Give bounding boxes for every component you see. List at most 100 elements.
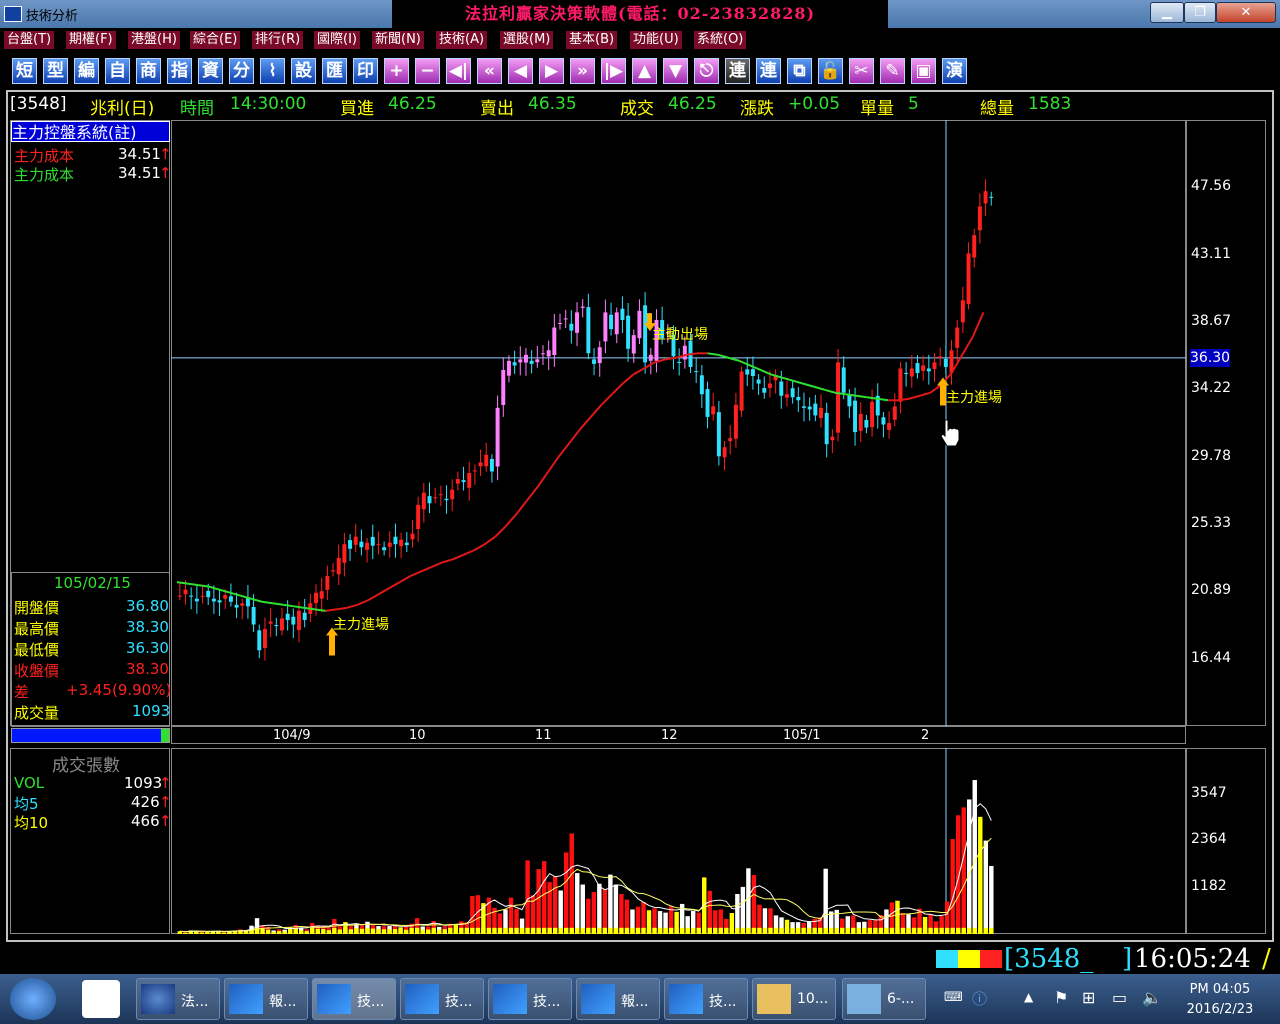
volume-bar-base (315, 928, 320, 934)
taskbar-item-0[interactable]: 法... (136, 978, 220, 1020)
toolbar-btn-10[interactable]: 印 (353, 58, 378, 84)
volume-bar-base (293, 928, 298, 934)
candle-body (325, 576, 330, 590)
nav-icon-9[interactable]: ▼ (663, 58, 688, 84)
tray-arrow-icon[interactable]: ▲ (1024, 990, 1033, 1004)
toolbar-btn-3[interactable]: 自 (105, 58, 130, 84)
nav-icon-3[interactable]: « (477, 58, 502, 84)
toolbar-btn-1[interactable]: 型 (43, 58, 68, 84)
nav-icon-5[interactable]: ▶ (539, 58, 564, 84)
cost-line1-label: 主力成本 (14, 147, 75, 165)
start-button[interactable] (10, 978, 56, 1020)
close-button[interactable]: ✕ (1216, 2, 1276, 23)
volume-icon[interactable]: 🔈 (1142, 988, 1162, 1007)
volume-bar-base (260, 928, 265, 934)
menu-item-2[interactable]: 港盤(H) (128, 31, 180, 49)
keyboard-icon[interactable]: ⌨ (944, 990, 963, 1005)
nav-icon-6[interactable]: » (570, 58, 595, 84)
menu-item-6[interactable]: 新聞(N) (372, 31, 424, 49)
help-icon[interactable]: ⓘ (972, 988, 987, 1009)
menu-item-5[interactable]: 國際(I) (314, 31, 360, 49)
volume-bar-base (895, 927, 900, 934)
volume-bar-base (989, 927, 994, 934)
apps-grid-icon[interactable] (82, 980, 120, 1018)
toolbar-btn-6[interactable]: 資 (198, 58, 223, 84)
nav-icon-8[interactable]: ▲ (632, 58, 657, 84)
toolbar-btn-0[interactable]: 短 (12, 58, 37, 84)
link-button-1[interactable]: 連 (725, 58, 750, 84)
tool-icon-0[interactable]: ⧉ (787, 58, 812, 84)
volume-bar (591, 892, 597, 934)
menu-item-10[interactable]: 功能(U) (630, 31, 682, 49)
flag-icon[interactable]: ⚑ (1054, 988, 1068, 1007)
menu-item-4[interactable]: 排行(R) (252, 31, 304, 49)
ma-segment (388, 581, 401, 590)
tool-icon-4[interactable]: ▣ (911, 58, 936, 84)
link-button-2[interactable]: 連 (756, 58, 781, 84)
demo-button[interactable]: 演 (942, 58, 967, 84)
taskbar-item-2[interactable]: 技... (312, 978, 396, 1020)
taskbar-item-5[interactable]: 報... (576, 978, 660, 1020)
taskbar-item-label: 6-... (887, 991, 915, 1007)
minimize-button[interactable]: ▁ (1150, 2, 1184, 23)
tool-icon-1[interactable]: 🔓 (818, 58, 843, 84)
menu-item-0[interactable]: 台盤(T) (4, 31, 55, 49)
up-arrow-icon: ↑ (159, 812, 172, 830)
ma-segment (568, 428, 582, 444)
volume-bar-base (906, 927, 911, 934)
taskbar-item-label: 技... (357, 994, 385, 1010)
unit-label: 單量 (860, 99, 894, 119)
chart-icon[interactable]: ⌇ (260, 58, 285, 84)
nav-icon-10[interactable]: ⎋ (694, 58, 719, 84)
toolbar-btn-5[interactable]: 指 (167, 58, 192, 84)
toolbar-btn-4[interactable]: 商 (136, 58, 161, 84)
ma-segment (187, 582, 199, 587)
volume-bar-base (646, 927, 652, 934)
taskbar-item-1[interactable]: 報... (224, 978, 308, 1020)
volume-bar-base (431, 927, 436, 934)
clock-time-tray[interactable]: PM 04:05 (1180, 982, 1260, 997)
candle-body (603, 312, 608, 342)
candle-body (183, 589, 188, 595)
taskbar-item-6[interactable]: 技... (664, 978, 748, 1020)
menu-item-8[interactable]: 選股(M) (500, 31, 554, 49)
windows-icon[interactable]: ⊞ (1082, 988, 1095, 1007)
volume-bar (608, 874, 613, 934)
nav-icon-7[interactable]: |▶ (601, 58, 626, 84)
ma-segment (792, 379, 804, 385)
menu-item-11[interactable]: 系統(O) (694, 31, 747, 49)
clock-date-tray[interactable]: 2016/2/23 (1180, 1002, 1260, 1017)
ma-segment (272, 602, 284, 606)
taskbar-item-4[interactable]: 技... (488, 978, 572, 1020)
date-tick: 104/9 (273, 728, 311, 743)
taskbar-item-3[interactable]: 技... (400, 978, 484, 1020)
volume-bar-base (751, 927, 757, 934)
menu-item-9[interactable]: 基本(B) (566, 31, 618, 49)
network-icon[interactable]: ▭ (1112, 988, 1127, 1007)
maximize-button[interactable]: ❐ (1184, 2, 1216, 23)
tool-icon-2[interactable]: ✂ (849, 58, 874, 84)
nav-icon-4[interactable]: ◀ (508, 58, 533, 84)
nav-icon-1[interactable]: − (415, 58, 440, 84)
candle-body (472, 470, 477, 472)
toolbar-btn-9[interactable]: 匯 (322, 58, 347, 84)
volume-bar-base (205, 932, 210, 934)
scroll-position-bar[interactable] (11, 728, 170, 743)
toolbar-btn-7[interactable]: 分 (229, 58, 254, 84)
taskbar-item-8[interactable]: 6-... (842, 978, 926, 1020)
menu-item-1[interactable]: 期權(F) (66, 31, 116, 49)
tool-icon-3[interactable]: ✎ (880, 58, 905, 84)
candle-body (631, 335, 636, 354)
volume-bar-base (955, 927, 961, 934)
menu-item-7[interactable]: 技術(A) (436, 31, 488, 49)
menu-item-3[interactable]: 綜合(E) (190, 31, 241, 49)
stock-code: [3548] (10, 94, 67, 114)
indicator-title[interactable]: 主力控盤系統(註) (11, 121, 170, 142)
toolbar-btn-2[interactable]: 編 (74, 58, 99, 84)
nav-icon-0[interactable]: + (384, 58, 409, 84)
volume-bar-base (801, 927, 806, 934)
toolbar-btn-8[interactable]: 設 (291, 58, 316, 84)
window-title: 技術分析 (26, 9, 79, 24)
nav-icon-2[interactable]: ◀| (446, 58, 471, 84)
taskbar-item-7[interactable]: 10... (752, 978, 836, 1020)
